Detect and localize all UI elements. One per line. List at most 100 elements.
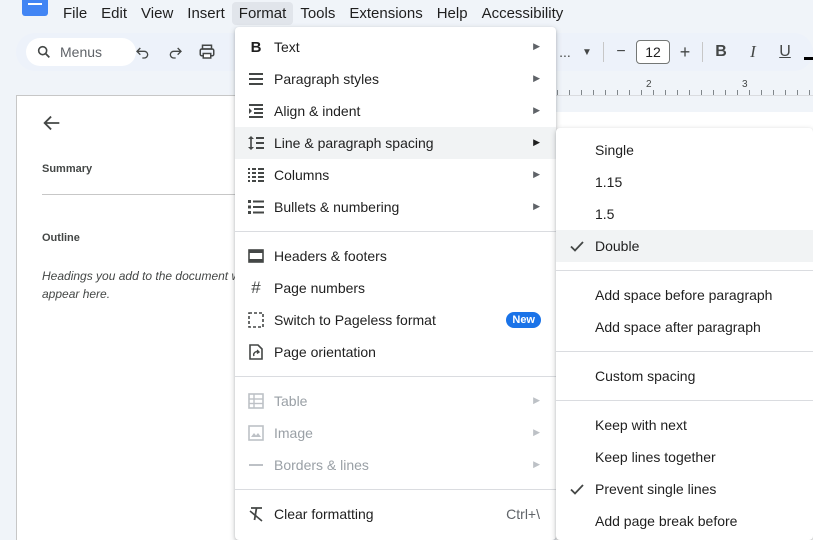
- italic-button[interactable]: I: [744, 42, 762, 61]
- redo-icon[interactable]: [166, 43, 184, 61]
- menu-insert[interactable]: Insert: [180, 2, 232, 25]
- menu-item-label: Custom spacing: [595, 368, 696, 384]
- menu-item-label: Add space after paragraph: [595, 319, 761, 335]
- summary-heading: Summary: [42, 163, 93, 175]
- menu-divider: [556, 270, 813, 271]
- underline-button[interactable]: U: [776, 43, 794, 61]
- menu-item-label: Align & indent: [274, 103, 361, 119]
- increase-font-size-button[interactable]: +: [676, 42, 694, 62]
- font-size-input[interactable]: 12: [636, 40, 670, 64]
- keep-lines-together[interactable]: Keep lines together: [556, 441, 813, 473]
- menu-item-label: Double: [595, 238, 640, 254]
- menu-divider: [235, 376, 556, 377]
- menu-item-line-paragraph-spacing[interactable]: Line & paragraph spacing ▶: [235, 127, 556, 159]
- menu-item-label: Add page break before: [595, 513, 738, 529]
- menu-item-label: Borders & lines: [274, 457, 369, 473]
- outline-hint-text: Headings you add to the document will ap…: [42, 269, 249, 301]
- menu-file[interactable]: File: [56, 2, 94, 25]
- submenu-arrow-icon: ▶: [533, 73, 540, 83]
- menu-tools[interactable]: Tools: [293, 2, 342, 25]
- submenu-arrow-icon: ▶: [533, 201, 540, 211]
- menu-item-table: Table ▶: [235, 385, 556, 417]
- menu-item-bullets-numbering[interactable]: Bullets & numbering ▶: [235, 191, 556, 223]
- search-icon: [37, 45, 50, 58]
- table-icon: [247, 393, 265, 409]
- menu-item-label: Line & paragraph spacing: [274, 135, 434, 151]
- undo-icon[interactable]: [134, 43, 152, 61]
- menu-item-switch-pageless[interactable]: Switch to Pageless format New: [235, 304, 556, 336]
- spacing-option-single[interactable]: Single: [556, 134, 813, 166]
- menu-item-label: 1.15: [595, 174, 623, 190]
- menubar: File Edit View Insert Format Tools Exten…: [56, 0, 570, 27]
- submenu-arrow-icon: ▶: [533, 169, 540, 179]
- menu-item-label: Text: [274, 39, 300, 55]
- menu-divider: [235, 231, 556, 232]
- menu-view[interactable]: View: [134, 2, 180, 25]
- spacing-option-1-15[interactable]: 1.15: [556, 166, 813, 198]
- spacing-option-double[interactable]: Double: [556, 230, 813, 262]
- menu-item-label: Single: [595, 142, 634, 158]
- menu-item-label: 1.5: [595, 206, 615, 222]
- bold-button[interactable]: B: [712, 43, 730, 61]
- search-menus-input[interactable]: Menus: [26, 38, 136, 66]
- menu-divider: [235, 489, 556, 490]
- menu-item-label: Prevent single lines: [595, 481, 717, 497]
- line-spacing-submenu: Single 1.15 1.5 Double Add space before …: [556, 128, 813, 540]
- ruler-mark: 3: [741, 79, 749, 90]
- checkmark-icon: [569, 481, 585, 500]
- menu-item-label: Clear formatting: [274, 506, 374, 522]
- add-space-after-paragraph[interactable]: Add space after paragraph: [556, 311, 813, 343]
- menu-item-text[interactable]: B Text ▶: [235, 31, 556, 63]
- text-color-swatch[interactable]: [804, 57, 813, 60]
- menu-extensions[interactable]: Extensions: [342, 2, 429, 25]
- custom-spacing[interactable]: Custom spacing: [556, 360, 813, 392]
- menu-edit[interactable]: Edit: [94, 2, 134, 25]
- menu-item-paragraph-styles[interactable]: Paragraph styles ▶: [235, 63, 556, 95]
- keep-with-next[interactable]: Keep with next: [556, 409, 813, 441]
- menu-item-columns[interactable]: Columns ▶: [235, 159, 556, 191]
- hash-icon: #: [251, 278, 261, 297]
- menu-item-label: Keep with next: [595, 417, 687, 433]
- menu-item-label: Page numbers: [274, 280, 366, 296]
- paragraph-styles-icon: [247, 71, 265, 87]
- submenu-arrow-icon: ▶: [533, 105, 540, 115]
- menu-item-label: Paragraph styles: [274, 71, 380, 87]
- submenu-arrow-icon: ▶: [533, 137, 540, 147]
- decrease-font-size-button[interactable]: −: [612, 43, 630, 61]
- menu-item-headers-footers[interactable]: Headers & footers: [235, 240, 556, 272]
- bullets-icon: [247, 199, 265, 215]
- menu-item-label: Headers & footers: [274, 248, 387, 264]
- back-arrow-icon[interactable]: [41, 112, 63, 139]
- menu-item-borders-lines: Borders & lines ▶: [235, 449, 556, 481]
- menu-item-image: Image ▶: [235, 417, 556, 449]
- borders-icon: [247, 457, 265, 473]
- menu-item-label: Image: [274, 425, 313, 441]
- menu-item-page-orientation[interactable]: Page orientation: [235, 336, 556, 368]
- spacing-option-1-5[interactable]: 1.5: [556, 198, 813, 230]
- menu-item-page-numbers[interactable]: # Page numbers: [235, 272, 556, 304]
- outline-heading: Outline: [42, 232, 80, 244]
- page-orientation-icon: [247, 344, 265, 360]
- columns-icon: [247, 167, 265, 183]
- menu-accessibility[interactable]: Accessibility: [475, 2, 571, 25]
- menu-item-clear-formatting[interactable]: Clear formatting Ctrl+\: [235, 498, 556, 530]
- submenu-arrow-icon: ▶: [533, 41, 540, 51]
- ruler[interactable]: 2 3: [545, 79, 813, 96]
- toolbar-divider: [603, 42, 604, 62]
- prevent-single-lines[interactable]: Prevent single lines: [556, 473, 813, 505]
- submenu-arrow-icon: ▶: [533, 395, 540, 405]
- add-page-break-before[interactable]: Add page break before: [556, 505, 813, 537]
- image-icon: [247, 425, 265, 441]
- add-space-before-paragraph[interactable]: Add space before paragraph: [556, 279, 813, 311]
- menu-item-label: Bullets & numbering: [274, 199, 400, 215]
- line-spacing-icon: [247, 135, 265, 151]
- docs-logo-icon[interactable]: [22, 0, 48, 16]
- font-dropdown-icon[interactable]: ▼: [578, 43, 596, 61]
- menu-item-label: Columns: [274, 167, 330, 183]
- menu-item-align-indent[interactable]: Align & indent ▶: [235, 95, 556, 127]
- menu-format[interactable]: Format: [231, 2, 294, 25]
- summary-divider: [42, 194, 242, 195]
- print-icon[interactable]: [198, 43, 216, 61]
- new-badge: New: [506, 312, 541, 328]
- menu-help[interactable]: Help: [430, 2, 475, 25]
